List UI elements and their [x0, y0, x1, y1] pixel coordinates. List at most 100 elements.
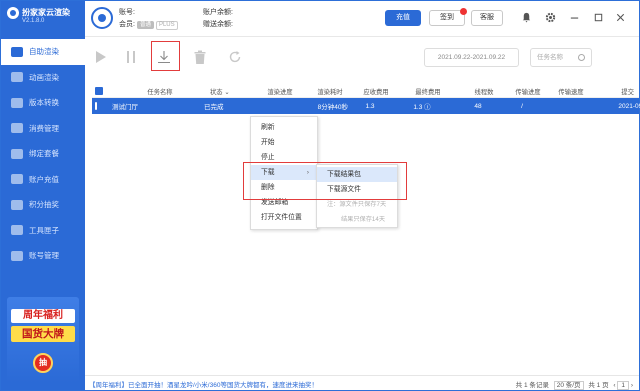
- task-threads: 48: [474, 102, 482, 110]
- page-info: 共 1 页: [588, 382, 609, 389]
- table-row[interactable]: 测试门厅 已完成 8分钟40秒 1.3 1.3 ⓘ 48 / 2021-09-2: [92, 98, 640, 114]
- refresh-button[interactable]: [224, 46, 246, 68]
- col-submitted[interactable]: 提交: [596, 87, 634, 96]
- task-table: 任务名称 状态 ⌄ 渲染进度 渲染耗时 应收费用 最终费用 线程数 传输进度 传…: [92, 85, 640, 114]
- col-render-progress[interactable]: 渲染进度: [254, 87, 306, 96]
- download-annotation-box: [243, 162, 407, 200]
- table-header: 任务名称 状态 ⌄ 渲染进度 渲染耗时 应收费用 最终费用 线程数 传输进度 传…: [92, 85, 639, 98]
- sidebar: 扮家家云渲染 V2.1.8.0 自助渲染 动画渲染 版本转换 消费管理 绑定套餐…: [1, 1, 85, 390]
- sidebar-item-label: 工具匣子: [29, 225, 59, 235]
- member-row: 会员: 普通 PLUS: [119, 19, 178, 30]
- chevron-down-icon: ⌄: [222, 88, 230, 96]
- sidebar-item-label: 绑定套餐: [29, 149, 59, 159]
- sidebar-item-label: 动画渲染: [29, 72, 59, 82]
- sidebar-item-self-render[interactable]: 自助渲染: [1, 39, 85, 65]
- promo-subtitle: 国货大牌: [11, 326, 75, 342]
- member-label: 会员:: [119, 21, 135, 28]
- pause-icon: [127, 51, 135, 63]
- col-transfer-speed[interactable]: 传输速度: [546, 87, 596, 96]
- search-placeholder: 任务名称: [537, 54, 563, 61]
- col-status[interactable]: 状态 ⌄: [210, 87, 254, 96]
- toolbox-icon: [11, 225, 23, 236]
- sidebar-item-toolbox[interactable]: 工具匣子: [1, 218, 85, 244]
- render-icon: [11, 46, 23, 57]
- page-size-select[interactable]: 20 条/页: [553, 381, 584, 390]
- task-status: 已完成: [204, 104, 224, 111]
- search-input[interactable]: 任务名称: [530, 48, 592, 67]
- signin-label: 签到: [440, 14, 454, 21]
- balance-label: 账户余额:: [203, 9, 233, 16]
- brand-logo-icon: [7, 7, 19, 19]
- task-receivable: 1.3: [365, 102, 375, 110]
- avatar[interactable]: [91, 7, 113, 29]
- sidebar-item-account[interactable]: 账号管理: [1, 243, 85, 269]
- sidebar-item-label: 消费管理: [29, 123, 59, 133]
- menu-item-refresh[interactable]: 刷新: [251, 120, 317, 135]
- total-records: 共 1 条记录: [515, 382, 549, 389]
- sidebar-item-convert[interactable]: 版本转换: [1, 90, 85, 116]
- package-icon: [11, 148, 23, 159]
- play-icon: [96, 51, 106, 63]
- col-task-name[interactable]: 任务名称: [110, 87, 210, 96]
- maximize-icon[interactable]: [593, 12, 604, 23]
- row-checkbox[interactable]: [95, 102, 97, 110]
- start-button[interactable]: [90, 46, 112, 68]
- settings-gear-icon[interactable]: [545, 12, 556, 23]
- task-name: 测试门厅: [112, 104, 138, 111]
- search-icon[interactable]: [578, 54, 585, 61]
- pause-button[interactable]: [120, 46, 142, 68]
- plus-badge[interactable]: PLUS: [155, 21, 178, 30]
- wallet-icon: [11, 123, 23, 134]
- col-status-label: 状态: [210, 88, 223, 96]
- charge-button[interactable]: 充值: [385, 10, 421, 26]
- sidebar-nav: 自助渲染 动画渲染 版本转换 消费管理 绑定套餐 账户充值 积分抽奖 工具匣子 …: [1, 39, 85, 269]
- sidebar-item-lottery[interactable]: 积分抽奖: [1, 192, 85, 218]
- promo-draw-button[interactable]: 抽: [33, 353, 53, 373]
- trash-icon: [194, 50, 206, 64]
- task-final-fee: 1.3 ⓘ: [392, 101, 452, 111]
- status-bar: 【周年福利】已全面开抽！酒星龙吟/小米/360等国货大牌都有，速度进来抽奖！ 共…: [85, 375, 639, 390]
- brand: 扮家家云渲染 V2.1.8.0: [7, 5, 83, 33]
- signin-button[interactable]: 签到: [429, 8, 467, 26]
- brand-name: 扮家家云渲染: [22, 8, 70, 17]
- sidebar-item-consumption[interactable]: 消费管理: [1, 116, 85, 142]
- info-icon[interactable]: ⓘ: [422, 104, 431, 111]
- minimize-icon[interactable]: [569, 12, 580, 23]
- sidebar-item-recharge[interactable]: 账户充值: [1, 167, 85, 193]
- col-threads[interactable]: 线程数: [458, 87, 510, 96]
- account-label: 账号:: [119, 9, 135, 16]
- signin-badge: [460, 8, 467, 15]
- sidebar-item-label: 账号管理: [29, 251, 59, 261]
- col-final-fee[interactable]: 最终费用: [398, 87, 458, 96]
- header: 账号: 会员: 普通 PLUS 账户余额: 赠送余额: 充值 签到 客服: [85, 1, 639, 37]
- account-icon: [11, 250, 23, 261]
- gift-balance-label: 赠送余额:: [203, 21, 233, 28]
- promo-banner[interactable]: 周年福利 国货大牌 抽: [7, 297, 79, 383]
- task-submitted: 2021-09-2: [618, 102, 640, 110]
- prev-page-icon[interactable]: ‹: [613, 382, 615, 389]
- notification-icon[interactable]: [521, 12, 532, 23]
- sidebar-item-label: 账户充值: [29, 174, 59, 184]
- next-page-icon[interactable]: ›: [631, 382, 633, 389]
- select-all-checkbox[interactable]: [95, 87, 103, 95]
- date-range-picker[interactable]: 2021.09.22-2021.09.22: [424, 48, 519, 67]
- pagination: 共 1 条记录 20 条/页 共 1 页 ‹ 1 ›: [516, 379, 633, 390]
- convert-icon: [11, 97, 23, 108]
- animation-icon: [11, 72, 23, 83]
- menu-item-open-location[interactable]: 打开文件位置: [251, 210, 317, 225]
- col-render-time[interactable]: 渲染耗时: [306, 87, 354, 96]
- sidebar-item-package[interactable]: 绑定套餐: [1, 141, 85, 167]
- delete-button[interactable]: [189, 46, 211, 68]
- promo-link[interactable]: 【周年福利】已全面开抽！酒星龙吟/小米/360等国货大牌都有，速度进来抽奖！: [89, 379, 318, 389]
- menu-item-start[interactable]: 开始: [251, 135, 317, 150]
- col-transfer-progress[interactable]: 传输进度: [510, 87, 546, 96]
- service-button[interactable]: 客服: [471, 10, 503, 26]
- sidebar-item-animation[interactable]: 动画渲染: [1, 65, 85, 91]
- col-receivable[interactable]: 应收费用: [354, 87, 398, 96]
- page-number[interactable]: 1: [617, 381, 630, 390]
- final-fee-value: 1.3: [413, 104, 423, 111]
- result-retention-note: 结果只保存14天: [341, 216, 386, 223]
- task-transfer-progress: /: [521, 102, 523, 110]
- close-icon[interactable]: [615, 12, 626, 23]
- promo-title: 周年福利: [11, 309, 75, 323]
